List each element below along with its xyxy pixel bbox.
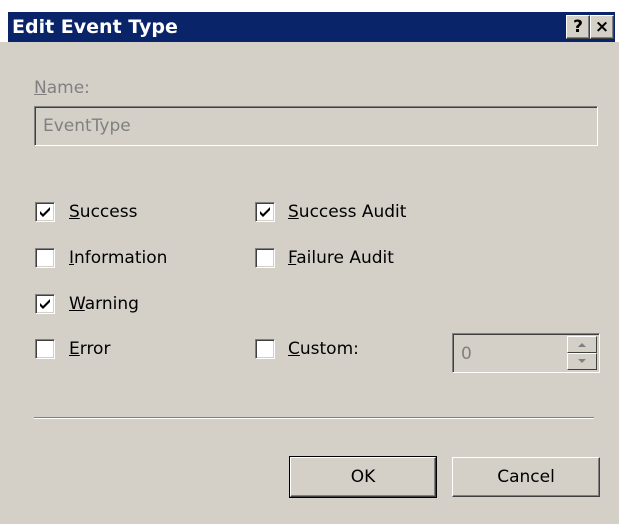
name-label: Name: [34,78,90,98]
custom-checkbox[interactable] [255,339,275,359]
arrow-down-icon [578,359,586,363]
error-checkbox[interactable] [35,339,55,359]
warning-checkbox[interactable] [35,294,55,314]
success-audit-checkbox[interactable] [255,202,275,222]
check-icon [40,299,50,309]
custom-label[interactable]: Custom: [288,338,359,360]
arrow-up-icon [578,343,586,347]
close-button[interactable]: × [590,15,614,39]
failure-audit-checkbox[interactable] [255,248,275,268]
title-bar: Edit Event Type ? × [0,0,619,42]
information-label[interactable]: Information [69,247,167,269]
success-label[interactable]: Success [69,201,137,223]
custom-value-input: 0 [461,344,472,364]
custom-value-spinner: 0 [452,333,600,373]
separator-line [34,417,594,419]
check-icon [260,207,270,217]
failure-audit-label[interactable]: Failure Audit [288,247,394,269]
success-checkbox[interactable] [35,202,55,222]
cancel-button[interactable]: Cancel [452,457,600,497]
spin-up-button [567,336,597,353]
check-icon [40,207,50,217]
information-checkbox[interactable] [35,248,55,268]
ok-button[interactable]: OK [289,456,437,498]
error-label[interactable]: Error [69,338,110,360]
spinner-buttons [567,336,597,370]
window-title: Edit Event Type [12,16,178,38]
name-input: EventType [34,106,598,146]
warning-label[interactable]: Warning [69,293,139,315]
spin-down-button [567,353,597,370]
success-audit-label[interactable]: Success Audit [288,201,406,223]
help-button[interactable]: ? [566,15,590,39]
